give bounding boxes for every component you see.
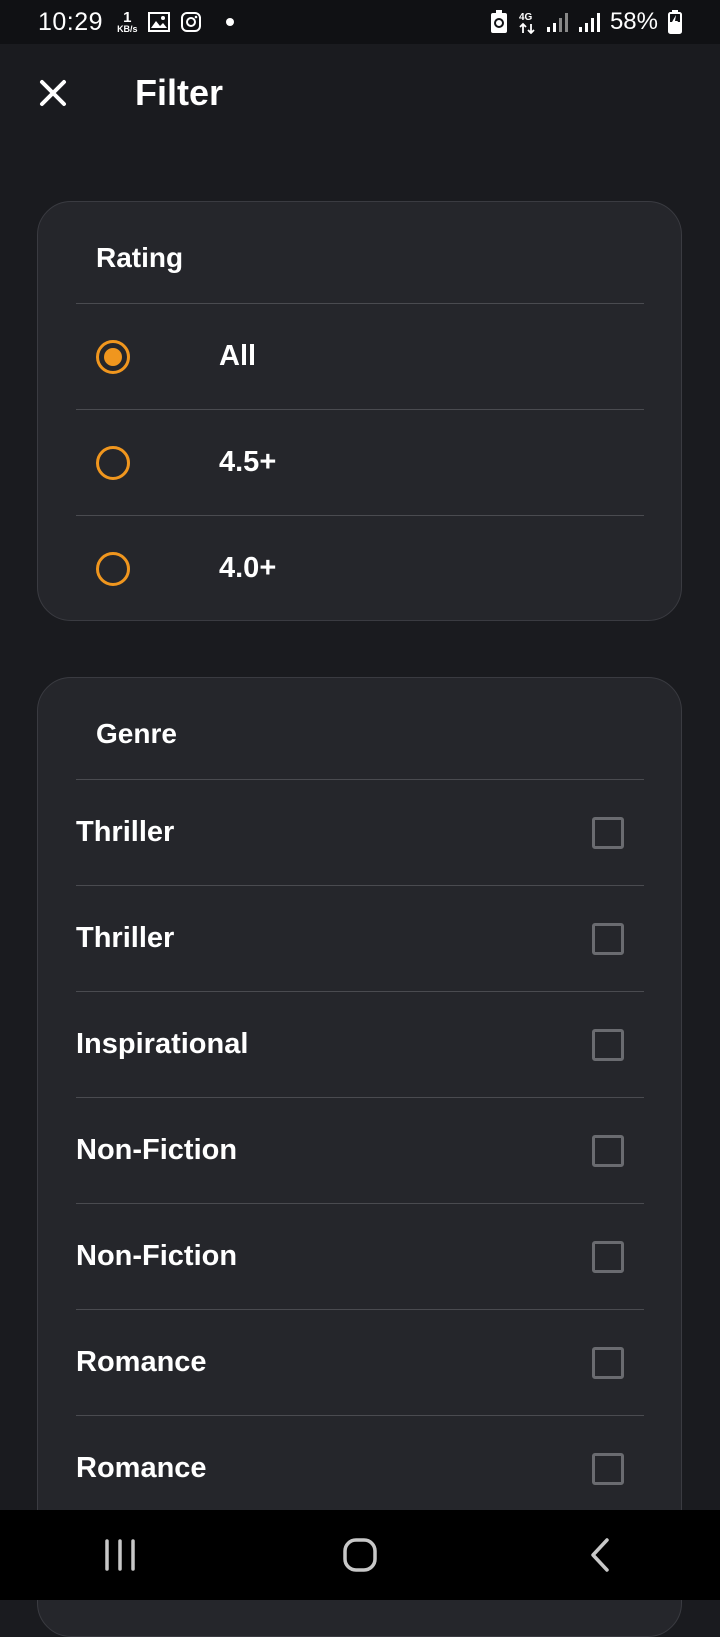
genre-option-label: Thriller xyxy=(76,816,175,848)
page-title: Filter xyxy=(135,72,224,113)
close-button[interactable] xyxy=(34,74,72,112)
rating-option-all[interactable]: All xyxy=(76,303,644,409)
rating-title: Rating xyxy=(96,242,184,273)
network-speed: 1 KB/s xyxy=(117,10,138,34)
back-icon xyxy=(591,1538,609,1572)
rating-option-label: 4.5+ xyxy=(219,446,277,478)
genre-option-thriller[interactable]: Thriller xyxy=(76,779,644,885)
genre-title: Genre xyxy=(96,718,177,749)
genre-option-label: Romance xyxy=(76,1452,207,1484)
genre-option-thriller[interactable]: Thriller xyxy=(76,885,644,991)
checkbox[interactable] xyxy=(592,1134,624,1167)
status-bar: 10:29 1 KB/s 4G 58% xyxy=(0,0,720,44)
genre-option-label: Non-Fiction xyxy=(76,1240,238,1272)
rating-option-label: All xyxy=(219,340,257,372)
genre-option-label: Non-Fiction xyxy=(76,1134,238,1166)
rating-option-4-0[interactable]: 4.0+ xyxy=(76,515,644,621)
rating-card: Rating All 4.5+ 4.0+ xyxy=(37,201,682,621)
genre-option-label: Inspirational xyxy=(76,1028,249,1060)
gallery-icon xyxy=(147,12,170,32)
radio-selected-icon[interactable] xyxy=(96,339,130,374)
genre-option-label: Thriller xyxy=(76,922,175,954)
radio-unselected-icon[interactable] xyxy=(96,445,130,480)
checkbox[interactable] xyxy=(592,1240,624,1273)
genre-option-romance[interactable]: Romance xyxy=(76,1415,644,1521)
battery-saver-icon xyxy=(490,10,508,34)
status-left: 10:29 1 KB/s xyxy=(38,8,234,37)
recent-apps-button[interactable] xyxy=(60,1510,180,1600)
back-button[interactable] xyxy=(540,1510,660,1600)
home-icon xyxy=(343,1538,377,1572)
home-button[interactable] xyxy=(300,1510,420,1600)
genre-option-inspirational[interactable]: Inspirational xyxy=(76,991,644,1097)
network-speed-unit: KB/s xyxy=(117,24,138,34)
status-time: 10:29 xyxy=(38,7,104,36)
system-nav-bar xyxy=(0,1510,720,1600)
notification-dot-icon xyxy=(225,18,234,26)
genre-option-non-fiction[interactable]: Non-Fiction xyxy=(76,1203,644,1309)
status-right: 4G 58% xyxy=(490,8,682,36)
close-icon xyxy=(40,80,66,106)
genre-option-label: Romance xyxy=(76,1346,207,1378)
genre-option-romance[interactable]: Romance xyxy=(76,1309,644,1415)
checkbox[interactable] xyxy=(592,1452,624,1485)
signal-icon-1 xyxy=(546,12,568,32)
rating-option-4-5[interactable]: 4.5+ xyxy=(76,409,644,515)
genre-card: Genre Thriller Thriller Inspirational No… xyxy=(37,677,682,1637)
network-speed-value: 1 xyxy=(123,9,132,26)
instagram-icon xyxy=(180,11,202,33)
signal-icon-2 xyxy=(578,12,600,32)
app-header: Filter xyxy=(0,44,720,154)
checkbox[interactable] xyxy=(592,1028,624,1061)
recent-apps-icon xyxy=(105,1539,135,1571)
checkbox[interactable] xyxy=(592,922,624,955)
svg-text:4G: 4G xyxy=(519,12,533,23)
radio-unselected-icon[interactable] xyxy=(96,551,130,586)
checkbox[interactable] xyxy=(592,816,624,849)
network-4g-icon: 4G xyxy=(518,10,536,34)
checkbox[interactable] xyxy=(592,1346,624,1379)
rating-option-label: 4.0+ xyxy=(219,552,277,584)
genre-option-non-fiction[interactable]: Non-Fiction xyxy=(76,1097,644,1203)
battery-percent: 58% xyxy=(609,8,658,35)
battery-charging-icon xyxy=(668,10,682,34)
